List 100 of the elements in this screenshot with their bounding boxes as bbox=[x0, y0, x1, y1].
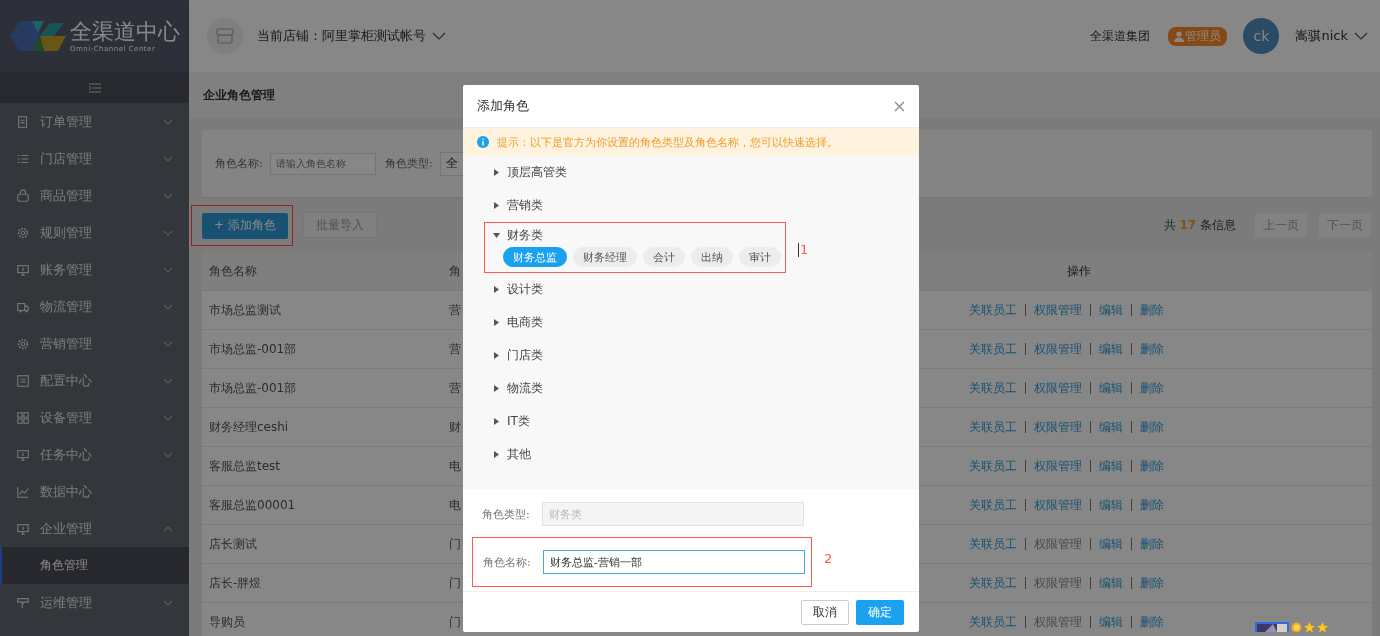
monitor-icon bbox=[16, 521, 30, 536]
action-link[interactable]: 删除 bbox=[1140, 496, 1164, 514]
table-cell: 财务经理ceshi bbox=[209, 419, 289, 434]
action-link[interactable]: 编辑 bbox=[1099, 457, 1123, 475]
company-name: 全渠道集团 bbox=[1090, 27, 1151, 45]
cancel-button[interactable]: 取消 bbox=[801, 599, 849, 625]
role-chip[interactable]: 会计 bbox=[643, 247, 685, 267]
chevron-down-icon bbox=[1354, 32, 1368, 40]
table-cell: 客服总监test bbox=[209, 458, 281, 473]
action-link[interactable]: 关联员工 bbox=[969, 496, 1017, 514]
sidebar-item[interactable]: 订单管理 bbox=[0, 103, 189, 140]
table-cell: 营 bbox=[449, 380, 461, 395]
action-link[interactable]: 编辑 bbox=[1099, 340, 1123, 358]
role-chip[interactable]: 审计 bbox=[739, 247, 781, 267]
table-cell: 电 bbox=[449, 458, 461, 473]
role-badge: 管理员 bbox=[1168, 26, 1228, 46]
user-menu[interactable]: 嵩骐nick bbox=[1295, 27, 1368, 45]
category-item[interactable]: 门店类 bbox=[485, 339, 543, 372]
table-cell: 营 bbox=[449, 302, 461, 317]
action-link[interactable]: 关联员工 bbox=[969, 418, 1017, 436]
sidebar-item[interactable]: 运维管理 bbox=[0, 584, 189, 621]
role-name-field[interactable]: 财务总监-营销一部 bbox=[542, 550, 805, 574]
action-link[interactable]: 删除 bbox=[1140, 613, 1164, 631]
sidebar-subitem[interactable]: 角色管理 bbox=[0, 547, 189, 584]
action-link[interactable]: 关联员工 bbox=[969, 340, 1017, 358]
category-item[interactable]: 财务类 bbox=[485, 223, 543, 247]
text-cursor bbox=[798, 243, 799, 257]
role-chip[interactable]: 出纳 bbox=[691, 247, 733, 267]
sidebar-item[interactable]: 数据中心 bbox=[0, 473, 189, 510]
action-link[interactable]: 权限管理 bbox=[1034, 301, 1082, 319]
close-icon[interactable] bbox=[894, 100, 905, 112]
chevron-down-icon bbox=[163, 599, 173, 606]
role-chip[interactable]: 财务总监 bbox=[503, 247, 567, 267]
column-header: 操作 bbox=[1066, 262, 1092, 280]
role-name-field[interactable]: 请输入角色名称 bbox=[270, 152, 376, 175]
action-link[interactable]: 删除 bbox=[1140, 418, 1164, 436]
table-cell: 店长-胖煜 bbox=[209, 575, 262, 590]
category-item[interactable]: 其他 bbox=[485, 438, 531, 471]
table-cell: 市场总监测试 bbox=[209, 302, 281, 317]
category-item[interactable]: 顶层高管类 bbox=[485, 156, 567, 189]
action-link[interactable]: 权限管理 bbox=[1034, 496, 1082, 514]
grid-icon bbox=[16, 410, 30, 425]
sidebar-item[interactable]: 企业管理 bbox=[0, 510, 189, 547]
table-cell: 门 bbox=[449, 536, 461, 551]
action-link[interactable]: 权限管理 bbox=[1034, 379, 1082, 397]
action-link[interactable]: 编辑 bbox=[1099, 613, 1123, 631]
table-cell: 营 bbox=[449, 341, 461, 356]
action-link[interactable]: 关联员工 bbox=[969, 379, 1017, 397]
action-link[interactable]: 删除 bbox=[1140, 340, 1164, 358]
action-link[interactable]: 编辑 bbox=[1099, 301, 1123, 319]
dialog-title: 添加角色 bbox=[477, 97, 529, 115]
sidebar-item[interactable]: 配置中心 bbox=[0, 362, 189, 399]
action-link[interactable]: 关联员工 bbox=[969, 457, 1017, 475]
role-type-select[interactable]: 全 bbox=[440, 151, 464, 176]
table-cell: 电 bbox=[449, 497, 461, 512]
category-item[interactable]: 设计类 bbox=[485, 273, 543, 306]
category-item[interactable]: 营销类 bbox=[485, 189, 543, 222]
store-selector[interactable]: 当前店铺：阿里掌柜测试帐号 bbox=[257, 27, 446, 45]
add-role-button[interactable]: + 添加角色 bbox=[202, 212, 288, 239]
action-link[interactable]: 关联员工 bbox=[969, 613, 1017, 631]
triangle-right-icon bbox=[493, 418, 500, 425]
hammer-icon bbox=[16, 595, 30, 610]
action-link[interactable]: 权限管理 bbox=[1034, 340, 1082, 358]
action-link[interactable]: 权限管理 bbox=[1034, 418, 1082, 436]
role-chip[interactable]: 财务经理 bbox=[573, 247, 637, 267]
action-link[interactable]: 删除 bbox=[1140, 379, 1164, 397]
annotation-number: 1 bbox=[800, 242, 809, 257]
sidebar-item[interactable]: 规则管理 bbox=[0, 214, 189, 251]
action-link[interactable]: 关联员工 bbox=[969, 574, 1017, 592]
chevron-down-icon bbox=[163, 451, 173, 458]
sidebar-item[interactable]: 商品管理 bbox=[0, 177, 189, 214]
chevron-down-icon bbox=[163, 192, 173, 199]
action-link[interactable]: 编辑 bbox=[1099, 418, 1123, 436]
action-link[interactable]: 编辑 bbox=[1099, 535, 1123, 553]
category-item[interactable]: 电商类 bbox=[485, 306, 543, 339]
action-link[interactable]: 权限管理 bbox=[1034, 457, 1082, 475]
action-link[interactable]: 关联员工 bbox=[969, 301, 1017, 319]
table-cell: 客服总监00001 bbox=[209, 497, 296, 512]
confirm-button[interactable]: 确定 bbox=[856, 599, 904, 625]
document-icon bbox=[16, 114, 30, 129]
action-link[interactable]: 编辑 bbox=[1099, 379, 1123, 397]
action-link[interactable]: 编辑 bbox=[1099, 496, 1123, 514]
action-link[interactable]: 删除 bbox=[1140, 301, 1164, 319]
store-icon[interactable] bbox=[207, 18, 243, 54]
sidebar-item[interactable]: 任务中心 bbox=[0, 436, 189, 473]
category-item[interactable]: 物流类 bbox=[485, 372, 543, 405]
action-link[interactable]: 删除 bbox=[1140, 457, 1164, 475]
sidebar-item[interactable]: 账务管理 bbox=[0, 251, 189, 288]
action-link[interactable]: 关联员工 bbox=[969, 535, 1017, 553]
category-item[interactable]: IT类 bbox=[485, 405, 530, 438]
menu-icon[interactable] bbox=[88, 82, 101, 93]
sidebar-item[interactable]: 物流管理 bbox=[0, 288, 189, 325]
chevron-down-icon bbox=[163, 303, 173, 310]
user-avatar[interactable]: ck bbox=[1243, 18, 1280, 54]
action-link[interactable]: 编辑 bbox=[1099, 574, 1123, 592]
sidebar-item[interactable]: 设备管理 bbox=[0, 399, 189, 436]
action-link[interactable]: 删除 bbox=[1140, 574, 1164, 592]
sidebar-item[interactable]: 营销管理 bbox=[0, 325, 189, 362]
triangle-right-icon bbox=[493, 202, 500, 209]
action-link[interactable]: 删除 bbox=[1140, 535, 1164, 553]
